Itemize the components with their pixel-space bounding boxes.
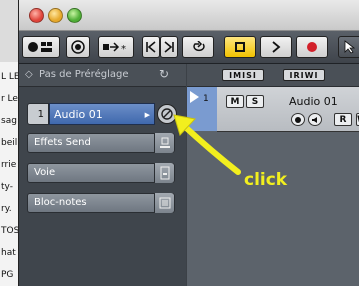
section-voie[interactable]: Voie bbox=[27, 163, 175, 183]
record-icon bbox=[307, 42, 317, 52]
play-button[interactable] bbox=[260, 36, 292, 58]
bg-text: ty- bbox=[1, 182, 13, 192]
record-button[interactable] bbox=[296, 36, 328, 58]
automation-icon: * bbox=[103, 42, 126, 54]
section-effets-send[interactable]: Effets Send bbox=[27, 133, 175, 153]
track-name-label: Audio 01 bbox=[54, 108, 103, 121]
annotation-click-label: click bbox=[244, 170, 288, 190]
record-dot-icon bbox=[295, 116, 301, 123]
go-to-end-button[interactable] bbox=[160, 36, 178, 58]
constrain-delay-button[interactable] bbox=[66, 36, 90, 58]
stop-icon bbox=[235, 42, 245, 52]
bg-text: PG bbox=[1, 270, 14, 280]
close-window-button[interactable] bbox=[29, 8, 44, 23]
notepad-icon[interactable] bbox=[154, 193, 174, 213]
bg-text: TOS bbox=[1, 226, 20, 236]
object-selection-tool[interactable] bbox=[338, 36, 359, 58]
record-enable-button[interactable] bbox=[291, 113, 305, 126]
inspector-track-row[interactable]: 1 Audio 01 ▶ bbox=[27, 103, 177, 125]
cycle-button[interactable] bbox=[182, 36, 214, 58]
triangle-right-icon: ▶ bbox=[144, 111, 150, 119]
go-to-start-button[interactable] bbox=[142, 36, 160, 58]
bg-text: rrie bbox=[1, 160, 17, 170]
section-bloc-notes[interactable]: Bloc-notes bbox=[27, 193, 175, 213]
play-icon bbox=[272, 41, 281, 53]
bg-text: L LE bbox=[1, 72, 20, 82]
global-mute-solo-buttons[interactable]: IMISI bbox=[222, 69, 264, 81]
section-label: Bloc-notes bbox=[34, 197, 87, 208]
diamond-icon: ◇ bbox=[25, 69, 33, 80]
layout-icon bbox=[28, 42, 52, 52]
skip-forward-icon bbox=[164, 41, 174, 53]
section-label: Voie bbox=[34, 167, 56, 178]
loop-icon bbox=[193, 41, 205, 52]
bg-text: beil bbox=[1, 138, 18, 148]
annotation-arrow bbox=[173, 114, 241, 175]
dial-icon bbox=[71, 40, 85, 54]
stop-button[interactable] bbox=[224, 36, 256, 58]
project-toolbar: * bbox=[19, 31, 359, 64]
track-number: 1 bbox=[27, 103, 49, 125]
read-automation-button[interactable]: R bbox=[334, 113, 352, 126]
pointer-icon bbox=[344, 40, 355, 54]
inspector-toggle-button[interactable] bbox=[22, 36, 60, 58]
preset-label[interactable]: Pas de Préréglage bbox=[39, 69, 128, 80]
section-label: Effets Send bbox=[34, 137, 91, 148]
zoom-window-button[interactable] bbox=[67, 8, 82, 23]
inspector-header: ◇ Pas de Préréglage ↻ bbox=[19, 64, 186, 87]
minimize-window-button[interactable] bbox=[48, 8, 63, 23]
track-name[interactable]: Audio 01 bbox=[289, 95, 338, 108]
bg-text: hat bbox=[1, 248, 16, 258]
automation-mode-button[interactable]: * bbox=[98, 36, 134, 58]
refresh-icon[interactable]: ↻ bbox=[159, 67, 169, 81]
bg-text: r Le bbox=[1, 94, 18, 104]
global-read-write-buttons[interactable]: IRIWI bbox=[283, 69, 325, 81]
bg-text: sag bbox=[1, 116, 17, 126]
speaker-icon bbox=[312, 116, 317, 123]
svg-text:*: * bbox=[121, 44, 126, 54]
bg-text: ry. bbox=[1, 204, 12, 214]
monitor-button[interactable] bbox=[308, 113, 322, 126]
track-list-header: IMISI IRIWI bbox=[187, 64, 359, 87]
title-bar bbox=[19, 0, 359, 31]
skip-back-icon bbox=[146, 41, 156, 53]
track-name-field[interactable]: Audio 01 ▶ bbox=[49, 103, 155, 125]
